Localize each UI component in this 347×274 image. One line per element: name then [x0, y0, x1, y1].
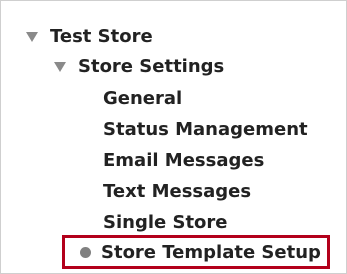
tree-node-test-store[interactable]: Test Store — [26, 22, 153, 52]
tree-node-store-settings[interactable]: Store Settings — [54, 52, 224, 82]
tree-item-status-management[interactable]: Status Management — [103, 115, 308, 145]
store-tree: Test Store Store Settings General Status… — [0, 0, 347, 274]
tree-item-label: Status Management — [103, 119, 308, 140]
tree-item-text-messages[interactable]: Text Messages — [103, 177, 251, 207]
tree-item-store-template-setup[interactable]: Store Template Setup — [80, 238, 321, 268]
tree-item-email-messages[interactable]: Email Messages — [103, 146, 264, 176]
tree-item-label: Email Messages — [103, 150, 265, 171]
tree-item-general[interactable]: General — [103, 84, 182, 114]
tree-node-label: Test Store — [50, 26, 153, 47]
tree-item-label: Single Store — [103, 212, 228, 233]
tree-item-label: General — [103, 88, 183, 109]
triangle-down-icon[interactable] — [54, 52, 68, 82]
bullet-icon — [80, 246, 91, 258]
tree-node-label: Store Settings — [78, 56, 225, 77]
tree-item-single-store[interactable]: Single Store — [103, 208, 228, 238]
tree-item-label: Store Template Setup — [101, 242, 321, 263]
tree-item-label: Text Messages — [103, 181, 252, 202]
triangle-down-icon[interactable] — [26, 22, 40, 52]
